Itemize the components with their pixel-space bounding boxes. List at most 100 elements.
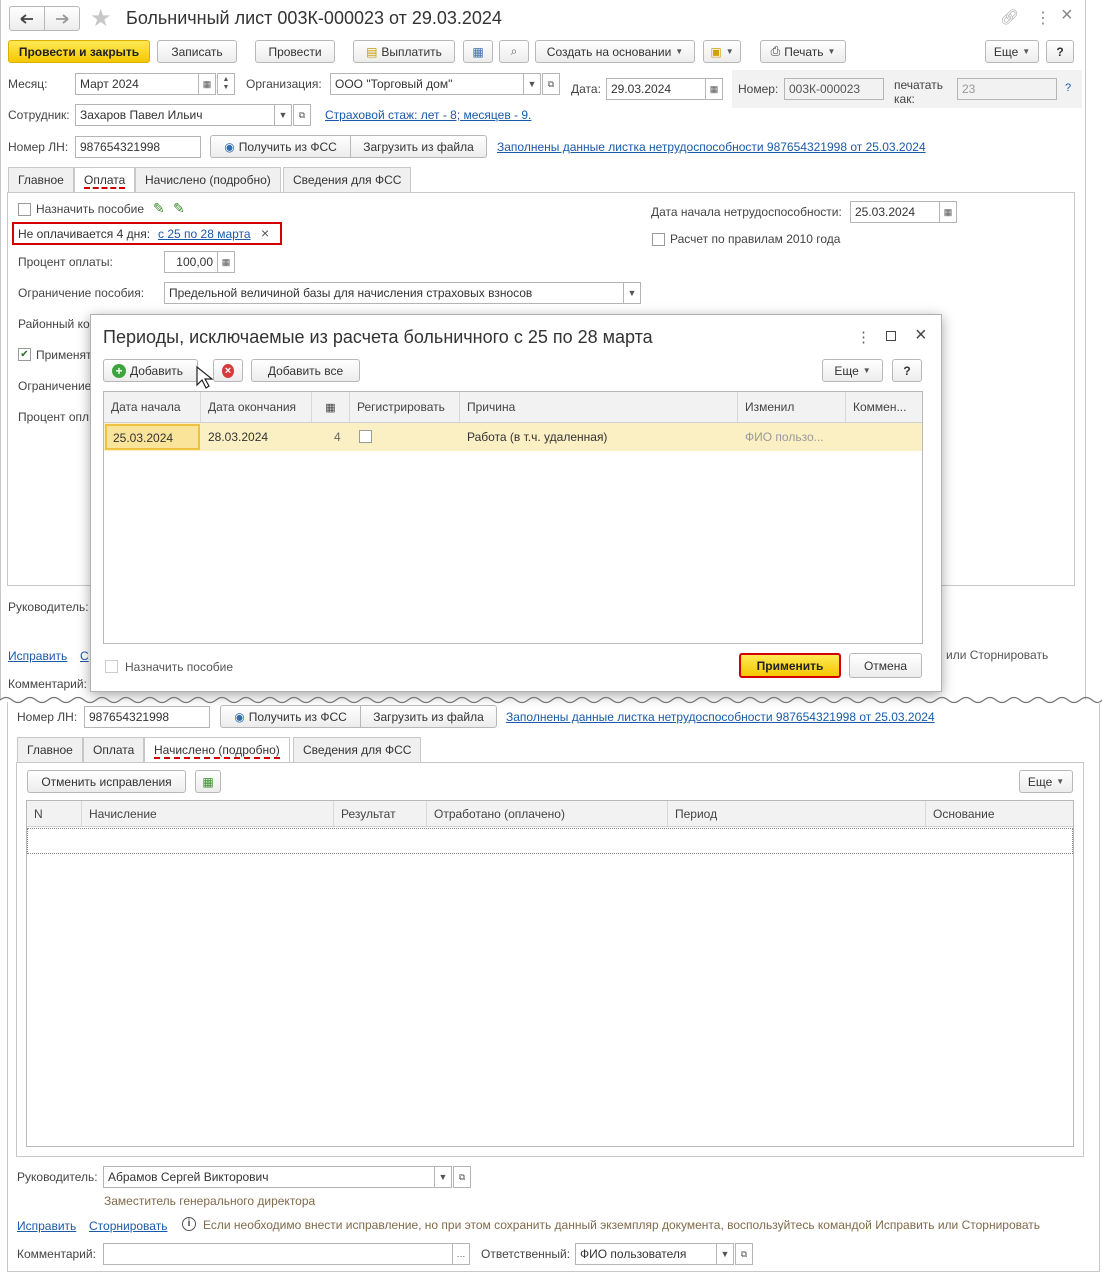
cell-end-date[interactable]: 28.03.2024: [208, 430, 268, 444]
bottom-tab-payment[interactable]: Оплата: [83, 737, 145, 762]
open-icon[interactable]: ⧉: [453, 1166, 471, 1188]
col-result[interactable]: Результат: [334, 801, 427, 826]
assign-benefit-checkbox[interactable]: [18, 203, 31, 216]
maximize-icon[interactable]: [886, 331, 896, 341]
related-docs-button[interactable]: ▣ ▼: [703, 40, 741, 63]
chevron-down-icon[interactable]: ▼: [623, 282, 641, 304]
tab-payment[interactable]: Оплата: [74, 167, 136, 193]
col-worked[interactable]: Отработано (оплачено): [427, 801, 668, 826]
print-as-field[interactable]: 23: [957, 78, 1057, 100]
calculator-icon[interactable]: ▦: [217, 251, 235, 273]
col-n[interactable]: N: [27, 801, 82, 826]
not-paid-period-link[interactable]: с 25 по 28 марта: [158, 227, 251, 241]
col-period[interactable]: Период: [668, 801, 926, 826]
col-start-date[interactable]: Дата начала: [104, 392, 201, 422]
close-icon[interactable]: ×: [261, 225, 269, 241]
bottom-load-file-button[interactable]: Загрузить из файла: [360, 705, 497, 728]
table-row[interactable]: [27, 828, 1073, 854]
month-stepper[interactable]: ▲ ▼: [217, 73, 235, 95]
insurance-period-link[interactable]: Страховой стаж: лет - 8; месяцев - 9.: [325, 108, 531, 122]
bottom-more-button[interactable]: Еще ▼: [1019, 770, 1073, 793]
get-from-fss-button[interactable]: ◉ Получить из ФСС: [210, 135, 351, 158]
dialog-close-icon[interactable]: ×: [915, 324, 927, 347]
col-basis[interactable]: Основание: [926, 801, 1073, 826]
benefit-limit-field[interactable]: Предельной величиной базы для начисления…: [164, 282, 624, 304]
manager-field[interactable]: Абрамов Сергей Викторович: [103, 1166, 435, 1188]
number-help-link[interactable]: ?: [1065, 82, 1071, 94]
rules-2010-checkbox[interactable]: [652, 233, 665, 246]
favorite-star-icon[interactable]: ★: [90, 4, 112, 33]
link-icon[interactable]: 🔗︎: [1000, 8, 1019, 26]
chevron-down-icon[interactable]: ▼: [523, 73, 541, 95]
add-row-button[interactable]: ▦: [195, 770, 221, 793]
edit-pencil-icon[interactable]: ✎: [153, 200, 165, 217]
month-field[interactable]: Март 2024: [75, 73, 199, 95]
cell-start-date[interactable]: 25.03.2024: [105, 424, 200, 450]
open-icon[interactable]: ⧉: [293, 104, 311, 126]
bottom-filled-data-link[interactable]: Заполнены данные листка нетрудоспособнос…: [506, 710, 935, 724]
filled-data-link[interactable]: Заполнены данные листка нетрудоспособнос…: [497, 140, 926, 154]
col-end-date[interactable]: Дата окончания: [201, 392, 312, 422]
start-date-field[interactable]: 25.03.2024: [850, 201, 940, 223]
tab-accrued[interactable]: Начислено (подробно): [135, 167, 281, 192]
attach-button[interactable]: ⌕: [499, 40, 529, 63]
delete-button[interactable]: ×: [213, 359, 243, 382]
pay-button[interactable]: ▤ Выплатить: [353, 40, 455, 63]
print-button[interactable]: ⎙ Печать ▼: [760, 40, 846, 63]
organization-field[interactable]: ООО "Торговый дом": [330, 73, 524, 95]
ln-number-field[interactable]: 987654321998: [75, 136, 201, 158]
fix-link-top[interactable]: Исправить: [8, 649, 67, 663]
date-field[interactable]: 29.03.2024: [606, 78, 706, 100]
open-icon[interactable]: ⧉: [735, 1243, 753, 1265]
ellipsis-icon[interactable]: …: [452, 1243, 470, 1265]
help-button[interactable]: ?: [1046, 40, 1074, 63]
add-all-button[interactable]: Добавить все: [251, 359, 360, 382]
bottom-get-fss-button[interactable]: ◉ Получить из ФСС: [220, 705, 361, 728]
create-based-button[interactable]: Создать на основании ▼: [535, 40, 695, 63]
bottom-ln-field[interactable]: 987654321998: [84, 706, 210, 728]
storno-link-partial[interactable]: С: [80, 649, 89, 663]
forward-button[interactable]: [44, 6, 80, 31]
col-accrual[interactable]: Начисление: [82, 801, 334, 826]
more-menu-icon[interactable]: ⋮: [1035, 8, 1051, 28]
close-icon[interactable]: ×: [1061, 4, 1073, 27]
load-from-file-button[interactable]: Загрузить из файла: [350, 135, 487, 158]
calendar-icon[interactable]: ▦: [939, 201, 957, 223]
calendar-icon[interactable]: ▦: [705, 78, 723, 100]
bottom-tab-fss[interactable]: Сведения для ФСС: [293, 737, 422, 762]
more-button[interactable]: Еще ▼: [985, 40, 1039, 63]
col-reason[interactable]: Причина: [460, 392, 738, 422]
table-row[interactable]: 25.03.2024 28.03.2024 4 Работа (в т.ч. у…: [104, 423, 922, 451]
tab-main[interactable]: Главное: [8, 167, 74, 192]
col-changed-by[interactable]: Изменил: [738, 392, 846, 422]
chevron-down-icon[interactable]: ▼: [716, 1243, 734, 1265]
chevron-down-icon[interactable]: ▼: [434, 1166, 452, 1188]
bottom-tab-main[interactable]: Главное: [17, 737, 83, 762]
cancel-fixes-button[interactable]: Отменить исправления: [27, 770, 186, 793]
comment-field[interactable]: [103, 1243, 453, 1265]
col-register[interactable]: Регистрировать: [350, 392, 460, 422]
report-button[interactable]: ▦: [463, 40, 493, 63]
bottom-tab-accrued[interactable]: Начислено (подробно): [144, 737, 290, 763]
post-button[interactable]: Провести: [255, 40, 335, 63]
responsible-field[interactable]: ФИО пользователя: [575, 1243, 717, 1265]
dialog-help-button[interactable]: ?: [892, 359, 922, 382]
chevron-down-icon[interactable]: ▼: [274, 104, 292, 126]
cell-reason[interactable]: Работа (в т.ч. удаленная): [467, 430, 607, 444]
dialog-more-icon[interactable]: ⋮: [856, 328, 871, 346]
dialog-more-button[interactable]: Еще ▼: [822, 359, 883, 382]
cancel-button[interactable]: Отмена: [849, 653, 922, 678]
apply-button[interactable]: Применить: [739, 653, 841, 678]
employee-field[interactable]: Захаров Павел Ильич: [75, 104, 275, 126]
open-icon[interactable]: ⧉: [542, 73, 560, 95]
register-checkbox[interactable]: [359, 430, 372, 443]
post-and-close-button[interactable]: Провести и закрыть: [8, 40, 150, 63]
save-button[interactable]: Записать: [157, 40, 237, 63]
fix-link[interactable]: Исправить: [17, 1219, 76, 1233]
apply-checkbox[interactable]: ✔: [18, 348, 31, 361]
col-days[interactable]: ▦: [312, 392, 350, 422]
storno-link[interactable]: Сторнировать: [89, 1219, 167, 1233]
col-comment[interactable]: Коммен...: [846, 392, 922, 422]
calendar-icon[interactable]: ▦: [198, 73, 216, 95]
edit-clear-icon[interactable]: ✎: [173, 200, 185, 217]
